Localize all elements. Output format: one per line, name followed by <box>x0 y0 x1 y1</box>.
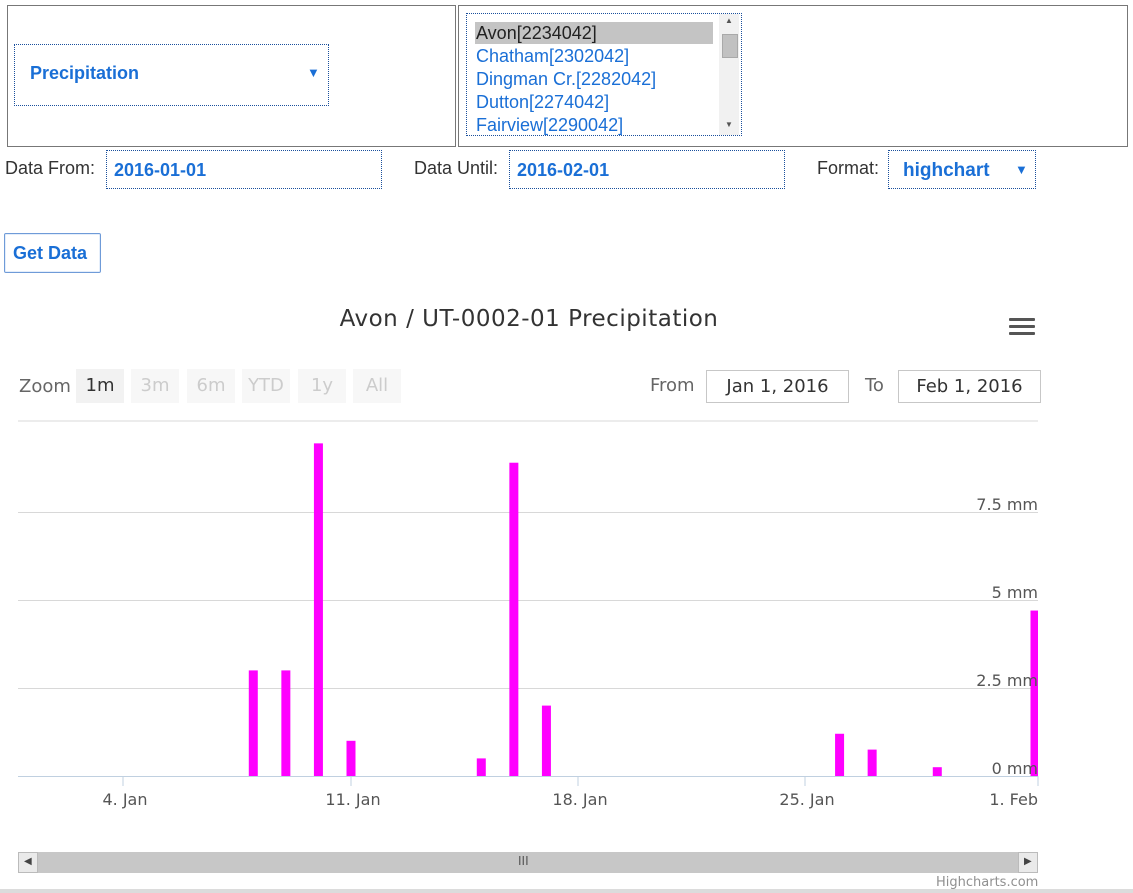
y-tick-label: 7.5 mm <box>976 495 1038 514</box>
bar[interactable] <box>313 443 323 776</box>
navigator-scrollbar[interactable]: ◀ III ▶ <box>18 852 1038 873</box>
bar[interactable] <box>932 767 942 776</box>
bottom-border <box>0 889 1133 893</box>
arrow-left-icon: ◀ <box>24 856 32 867</box>
bar[interactable] <box>867 749 877 776</box>
y-tick-label: 5 mm <box>992 583 1038 602</box>
x-tick-label: 1. Feb <box>989 790 1038 809</box>
bar[interactable] <box>346 740 356 776</box>
scroll-right-button[interactable]: ▶ <box>1018 852 1038 873</box>
x-tick-label: 4. Jan <box>102 790 147 809</box>
x-tick-label: 25. Jan <box>779 790 834 809</box>
bar[interactable] <box>509 462 519 776</box>
x-tick-label: 18. Jan <box>552 790 607 809</box>
bar[interactable] <box>835 733 845 776</box>
scroll-grip[interactable]: III <box>518 854 529 868</box>
scroll-left-button[interactable]: ◀ <box>18 852 38 873</box>
highcharts-credit[interactable]: Highcharts.com <box>936 875 1038 890</box>
bar[interactable] <box>476 758 486 776</box>
y-tick-label: 0 mm <box>992 759 1038 778</box>
bar[interactable] <box>248 670 258 776</box>
chart-plot: 0 mm 2.5 mm 5 mm 7.5 mm 4. Jan 11. Jan 18. Ja… <box>18 420 1039 809</box>
y-tick-label: 2.5 mm <box>976 671 1038 690</box>
x-tick-label: 11. Jan <box>325 790 380 809</box>
bar[interactable] <box>281 670 291 776</box>
arrow-right-icon: ▶ <box>1024 856 1032 867</box>
bar[interactable] <box>541 705 551 776</box>
bar[interactable] <box>1030 610 1039 776</box>
